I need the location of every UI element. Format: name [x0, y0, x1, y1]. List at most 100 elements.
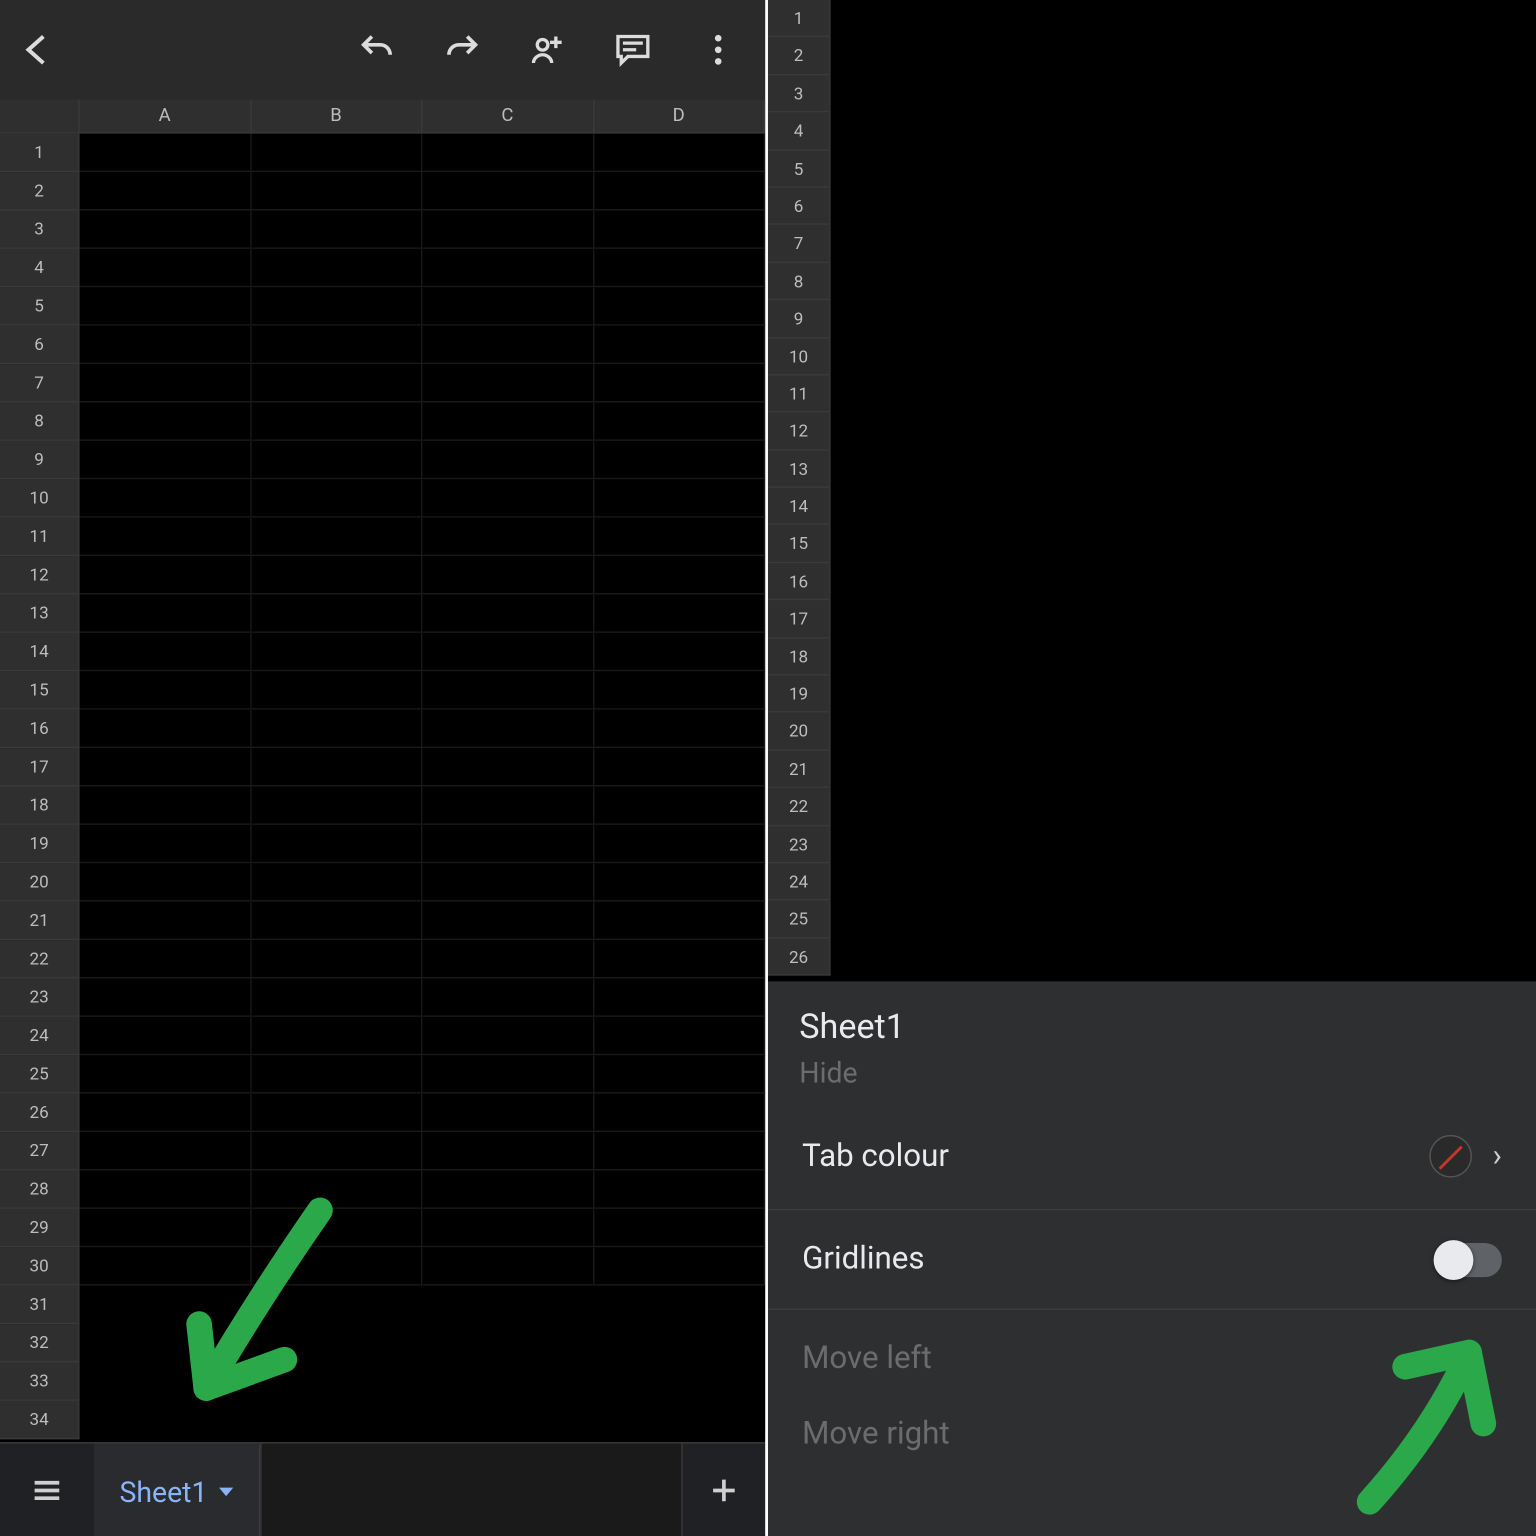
- cell[interactable]: [594, 1286, 765, 1324]
- cell[interactable]: [422, 594, 593, 632]
- row-header[interactable]: 9: [0, 441, 80, 479]
- cell[interactable]: [594, 441, 765, 479]
- cell[interactable]: [80, 134, 251, 172]
- cell[interactable]: [80, 287, 251, 325]
- cell[interactable]: [594, 1017, 765, 1055]
- row-header[interactable]: 12: [768, 413, 831, 451]
- cell[interactable]: [251, 940, 422, 978]
- cell[interactable]: [422, 249, 593, 287]
- cell[interactable]: [594, 1094, 765, 1132]
- row-header[interactable]: 29: [0, 1209, 80, 1247]
- cell[interactable]: [80, 402, 251, 440]
- cell[interactable]: [594, 287, 765, 325]
- spreadsheet-grid-right[interactable]: 1234567891011121314151617181920212223242…: [768, 0, 1536, 981]
- cell[interactable]: [251, 326, 422, 364]
- row-header[interactable]: 2: [0, 172, 80, 210]
- cell[interactable]: [80, 210, 251, 248]
- cell[interactable]: [251, 633, 422, 671]
- cells-area[interactable]: [831, 0, 1536, 981]
- row-header[interactable]: 2: [768, 38, 831, 76]
- cell[interactable]: [594, 479, 765, 517]
- row-header[interactable]: 26: [768, 938, 831, 976]
- cell[interactable]: [422, 1094, 593, 1132]
- cell[interactable]: [594, 249, 765, 287]
- cell[interactable]: [80, 940, 251, 978]
- row-header[interactable]: 30: [0, 1247, 80, 1285]
- cell[interactable]: [422, 326, 593, 364]
- cell[interactable]: [80, 786, 251, 824]
- tab-colour-option[interactable]: Tab colour ›: [768, 1104, 1536, 1211]
- row-header[interactable]: 28: [0, 1170, 80, 1208]
- cell[interactable]: [251, 518, 422, 556]
- cell[interactable]: [251, 786, 422, 824]
- cell[interactable]: [594, 556, 765, 594]
- select-all-corner[interactable]: [0, 100, 80, 133]
- cell[interactable]: [80, 710, 251, 748]
- cell[interactable]: [594, 863, 765, 901]
- cell[interactable]: [594, 748, 765, 786]
- cell[interactable]: [422, 1055, 593, 1093]
- cell[interactable]: [594, 134, 765, 172]
- cell[interactable]: [422, 825, 593, 863]
- cell[interactable]: [594, 1209, 765, 1247]
- col-header-A[interactable]: A: [80, 100, 251, 133]
- cell[interactable]: [251, 210, 422, 248]
- row-header[interactable]: 19: [0, 825, 80, 863]
- cell[interactable]: [594, 940, 765, 978]
- cell[interactable]: [80, 902, 251, 940]
- cell[interactable]: [80, 364, 251, 402]
- row-header[interactable]: 18: [0, 786, 80, 824]
- cell[interactable]: [422, 940, 593, 978]
- cell[interactable]: [80, 978, 251, 1016]
- cell[interactable]: [251, 978, 422, 1016]
- cell[interactable]: [251, 825, 422, 863]
- row-header[interactable]: 6: [0, 326, 80, 364]
- row-header[interactable]: 24: [768, 863, 831, 901]
- cell[interactable]: [422, 556, 593, 594]
- row-header[interactable]: 11: [0, 518, 80, 556]
- cell[interactable]: [251, 287, 422, 325]
- row-header[interactable]: 15: [768, 525, 831, 563]
- cell[interactable]: [594, 326, 765, 364]
- row-header[interactable]: 20: [768, 713, 831, 751]
- cell[interactable]: [251, 172, 422, 210]
- cell[interactable]: [422, 1209, 593, 1247]
- row-header[interactable]: 5: [0, 287, 80, 325]
- cell[interactable]: [80, 479, 251, 517]
- row-header[interactable]: 18: [768, 638, 831, 676]
- cell[interactable]: [80, 671, 251, 709]
- cell[interactable]: [422, 402, 593, 440]
- cell[interactable]: [80, 556, 251, 594]
- row-header[interactable]: 7: [0, 364, 80, 402]
- cell[interactable]: [422, 1017, 593, 1055]
- back-button[interactable]: [14, 26, 62, 74]
- cell[interactable]: [251, 556, 422, 594]
- row-header[interactable]: 25: [768, 901, 831, 939]
- row-header[interactable]: 22: [768, 788, 831, 826]
- cell[interactable]: [422, 902, 593, 940]
- row-header[interactable]: 8: [768, 263, 831, 301]
- cell[interactable]: [80, 172, 251, 210]
- cell[interactable]: [422, 210, 593, 248]
- cell[interactable]: [594, 902, 765, 940]
- cell[interactable]: [251, 402, 422, 440]
- row-header[interactable]: 13: [768, 450, 831, 488]
- cell[interactable]: [422, 1324, 593, 1362]
- cell[interactable]: [594, 210, 765, 248]
- cell[interactable]: [251, 710, 422, 748]
- row-header[interactable]: 3: [768, 75, 831, 113]
- row-header[interactable]: 8: [0, 402, 80, 440]
- cell[interactable]: [594, 1247, 765, 1285]
- cell[interactable]: [594, 786, 765, 824]
- cell[interactable]: [594, 825, 765, 863]
- cell[interactable]: [594, 594, 765, 632]
- row-header[interactable]: 13: [0, 594, 80, 632]
- cell[interactable]: [422, 633, 593, 671]
- cell[interactable]: [594, 710, 765, 748]
- row-header[interactable]: 34: [0, 1401, 80, 1439]
- cell[interactable]: [251, 1017, 422, 1055]
- row-header[interactable]: 23: [0, 978, 80, 1016]
- cell[interactable]: [251, 671, 422, 709]
- row-header[interactable]: 17: [768, 601, 831, 639]
- row-header[interactable]: 7: [768, 225, 831, 263]
